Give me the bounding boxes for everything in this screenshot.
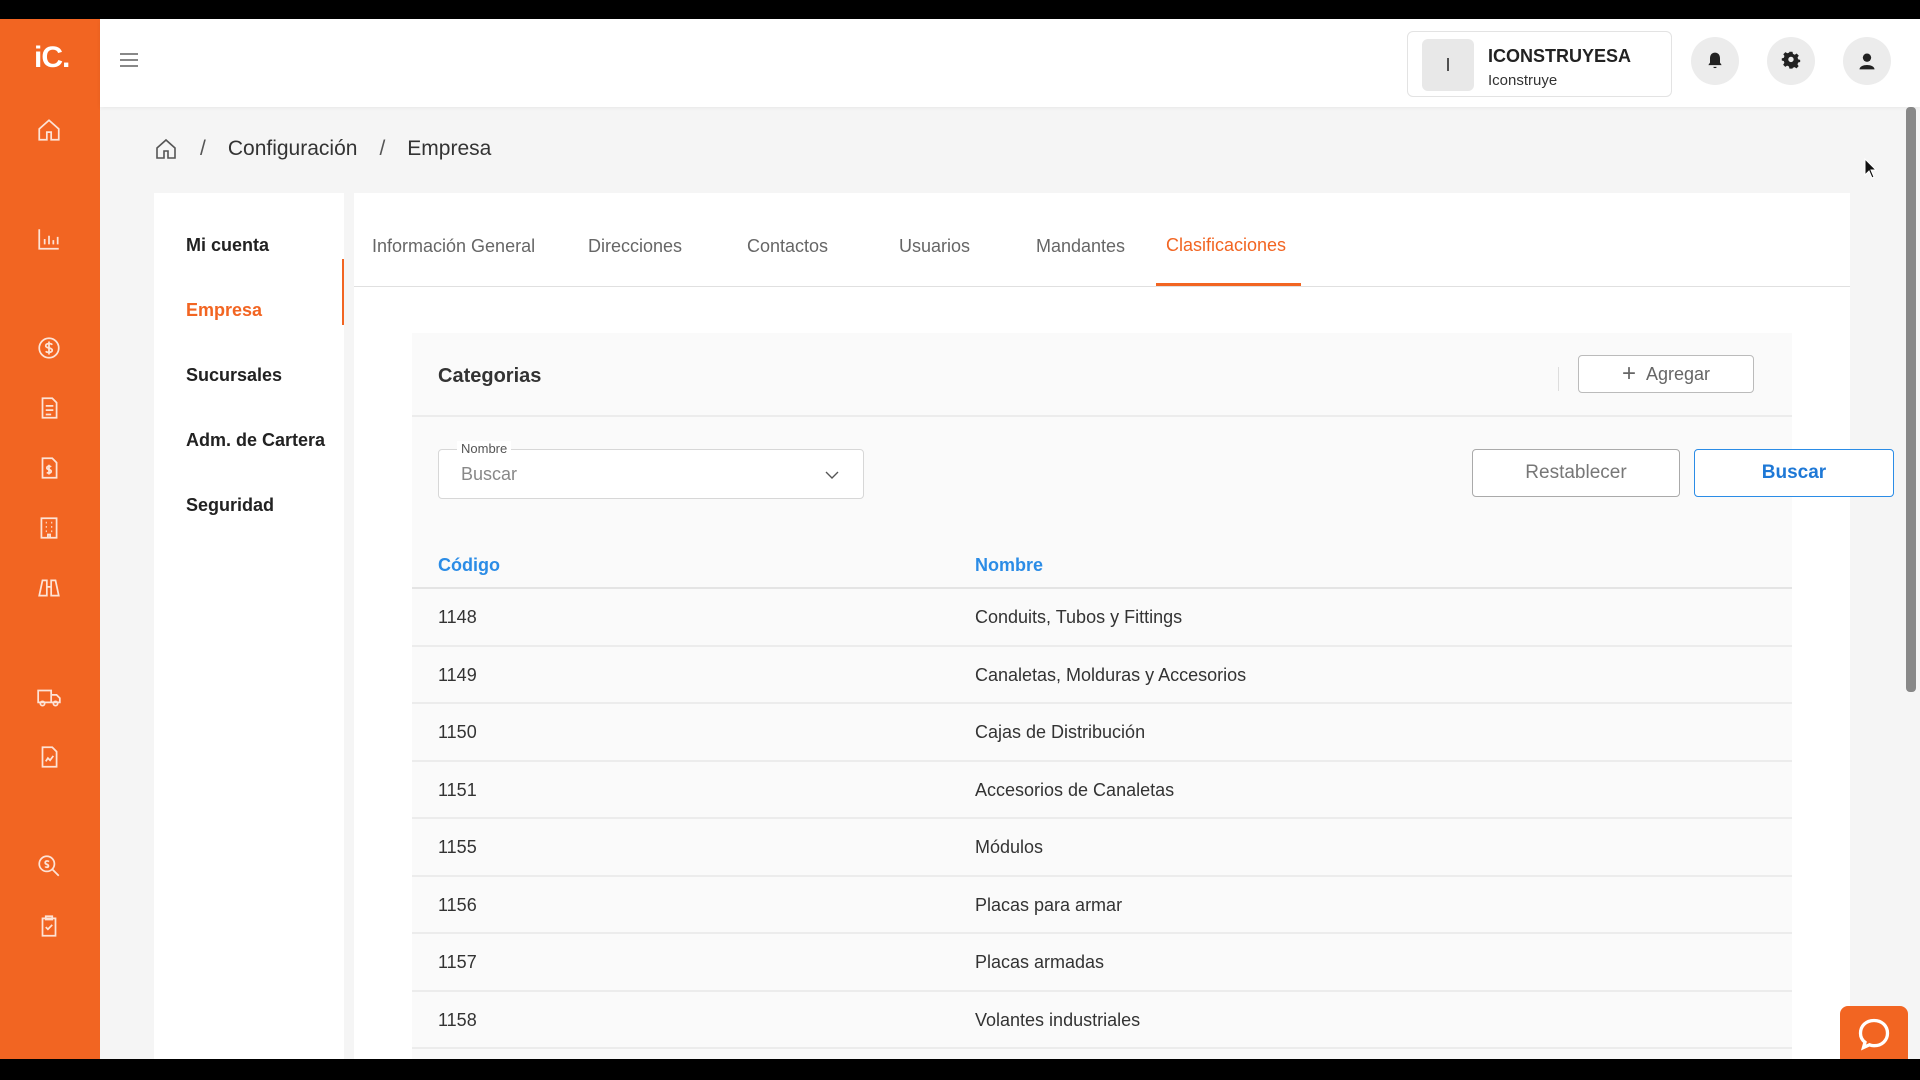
menu-item-mi-cuenta[interactable]: Mi cuenta — [186, 235, 269, 256]
breadcrumb: / Configuración / Empresa — [154, 137, 491, 161]
settings-button[interactable] — [1767, 37, 1815, 85]
table-row[interactable]: 1159Casquete de Sobreponer — [412, 1049, 1792, 1059]
card-title: Categorias — [438, 365, 542, 387]
divider — [1558, 367, 1559, 391]
categories-card: Categorias + Agregar Nombre Buscar Resta… — [412, 333, 1894, 1059]
reset-button[interactable]: Restablecer — [1472, 449, 1680, 497]
add-button[interactable]: + Agregar — [1578, 355, 1754, 393]
cell-nombre: Canaletas, Molduras y Accesorios — [975, 664, 1247, 685]
table-row[interactable]: 1150 Cajas de Distribución — [412, 704, 1792, 762]
tab-clasificaciones[interactable]: Clasificaciones — [1166, 235, 1286, 256]
app-logo[interactable]: iC. — [34, 41, 70, 75]
table-row[interactable]: 1151 Accesorios de Canaletas — [412, 762, 1792, 819]
column-header-codigo[interactable]: Código — [438, 555, 500, 576]
search-dollar-icon[interactable] — [34, 851, 64, 881]
truck-icon[interactable] — [34, 682, 64, 712]
chat-button[interactable] — [1840, 1006, 1908, 1059]
company-subtitle: Iconstruye — [1488, 72, 1558, 89]
dollar-circle-icon[interactable] — [34, 333, 64, 363]
table-row[interactable]: 1148 Conduits, Tubos y Fittings — [412, 589, 1792, 647]
settings-menu: Mi cuenta Empresa Sucursales Adm. de Car… — [154, 193, 344, 1059]
cell-codigo: 1157 — [438, 952, 477, 972]
company-name: ICONSTRUYESA — [1488, 46, 1632, 66]
cell-nombre: Placas para armar — [975, 894, 1123, 915]
table-body: 1148 Conduits, Tubos y Fittings 1149 Canale… — [412, 589, 1792, 1059]
top-bar: I ICONSTRUYESA Iconstruye — [100, 19, 1920, 107]
tab-mandantes[interactable]: Mandantes — [1036, 236, 1125, 257]
categories-table: Código Nombre 1148 Conduits, Tubos y Fitt… — [412, 533, 1792, 1059]
menu-item-adm-cartera[interactable]: Adm. de Cartera — [186, 430, 325, 451]
cell-codigo: 1149 — [438, 664, 477, 685]
table-row[interactable]: 1158 Volantes industriales — [412, 992, 1792, 1049]
user-icon — [1859, 53, 1875, 70]
breadcrumb-empresa: Empresa — [407, 137, 492, 160]
table-row[interactable]: 1149 Canaletas, Molduras y Accesorios — [412, 647, 1792, 704]
menu-item-seguridad[interactable]: Seguridad — [186, 495, 274, 516]
main-panel: Información General Direcciones Contacto… — [354, 193, 1894, 1059]
home-icon[interactable] — [154, 137, 178, 161]
cell-codigo: 1150 — [438, 722, 477, 742]
breadcrumb-separator: / — [379, 137, 386, 160]
table-header: Código Nombre — [412, 533, 1792, 589]
cell-nombre: Volantes industriales — [975, 1009, 1141, 1030]
add-button-label: Agregar — [1645, 363, 1711, 384]
mouse-cursor-icon — [1864, 158, 1878, 179]
home-icon[interactable] — [34, 115, 64, 145]
cell-codigo: 1158 — [438, 1009, 477, 1030]
invoice-icon[interactable] — [34, 453, 64, 483]
menu-item-sucursales[interactable]: Sucursales — [186, 365, 282, 386]
tab-bar: Información General Direcciones Contacto… — [354, 193, 1850, 287]
user-button[interactable] — [1843, 37, 1891, 85]
building-icon[interactable] — [34, 513, 64, 543]
cell-codigo: 1156 — [438, 894, 477, 915]
company-selector[interactable]: I ICONSTRUYESA Iconstruye — [1407, 31, 1672, 97]
notifications-button[interactable] — [1691, 37, 1739, 85]
document-icon[interactable] — [34, 393, 64, 423]
cell-codigo: 1148 — [438, 607, 477, 627]
chevron-down-icon — [825, 471, 839, 479]
report-icon[interactable] — [34, 742, 64, 772]
search-button[interactable]: Buscar — [1694, 449, 1894, 497]
tab-informacion-general[interactable]: Información General — [372, 236, 535, 257]
name-filter-select[interactable]: Nombre Buscar — [438, 441, 864, 499]
clipboard-check-icon[interactable] — [34, 911, 64, 941]
app-screen: iC. I ICONSTRUYESA Iconstruye / Configur… — [0, 19, 1920, 1059]
table-row[interactable]: 1156 Placas para armar — [412, 877, 1792, 934]
filter-placeholder: Buscar — [461, 464, 518, 484]
company-avatar: I — [1422, 39, 1474, 91]
bar-chart-icon[interactable] — [34, 224, 64, 254]
sidebar: iC. — [0, 19, 100, 1059]
tab-direcciones[interactable]: Direcciones — [588, 236, 682, 257]
cell-nombre: Módulos — [975, 837, 1044, 857]
table-row[interactable]: 1155 Módulos — [412, 819, 1792, 877]
menu-active-indicator — [342, 259, 344, 325]
chat-bubble-icon — [1858, 1018, 1890, 1051]
card-header: Categorias + Agregar — [412, 333, 1792, 417]
binoculars-icon[interactable] — [34, 573, 64, 603]
tab-contactos[interactable]: Contactos — [747, 236, 828, 257]
table-row[interactable]: 1157 Placas armadas — [412, 934, 1792, 992]
cell-nombre: Placas armadas — [975, 952, 1105, 972]
bell-icon — [1708, 52, 1722, 69]
cell-codigo: 1151 — [438, 779, 477, 800]
plus-icon: + — [1621, 360, 1636, 387]
breadcrumb-separator: / — [200, 137, 206, 160]
page-scrollbar[interactable] — [1906, 107, 1916, 692]
cell-nombre: Conduits, Tubos y Fittings — [975, 607, 1183, 627]
menu-item-empresa[interactable]: Empresa — [186, 300, 262, 321]
cell-codigo: 1155 — [438, 837, 477, 857]
menu-toggle-icon[interactable] — [120, 53, 138, 67]
breadcrumb-configuracion[interactable]: Configuración — [228, 137, 358, 161]
cell-nombre: Cajas de Distribución — [975, 722, 1146, 742]
column-header-nombre[interactable]: Nombre — [975, 555, 1043, 576]
active-tab-indicator — [1156, 283, 1301, 286]
tab-usuarios[interactable]: Usuarios — [899, 236, 970, 257]
filter-label: Nombre — [457, 441, 512, 456]
gear-icon — [1781, 51, 1801, 69]
cell-nombre: Accesorios de Canaletas — [975, 779, 1175, 800]
